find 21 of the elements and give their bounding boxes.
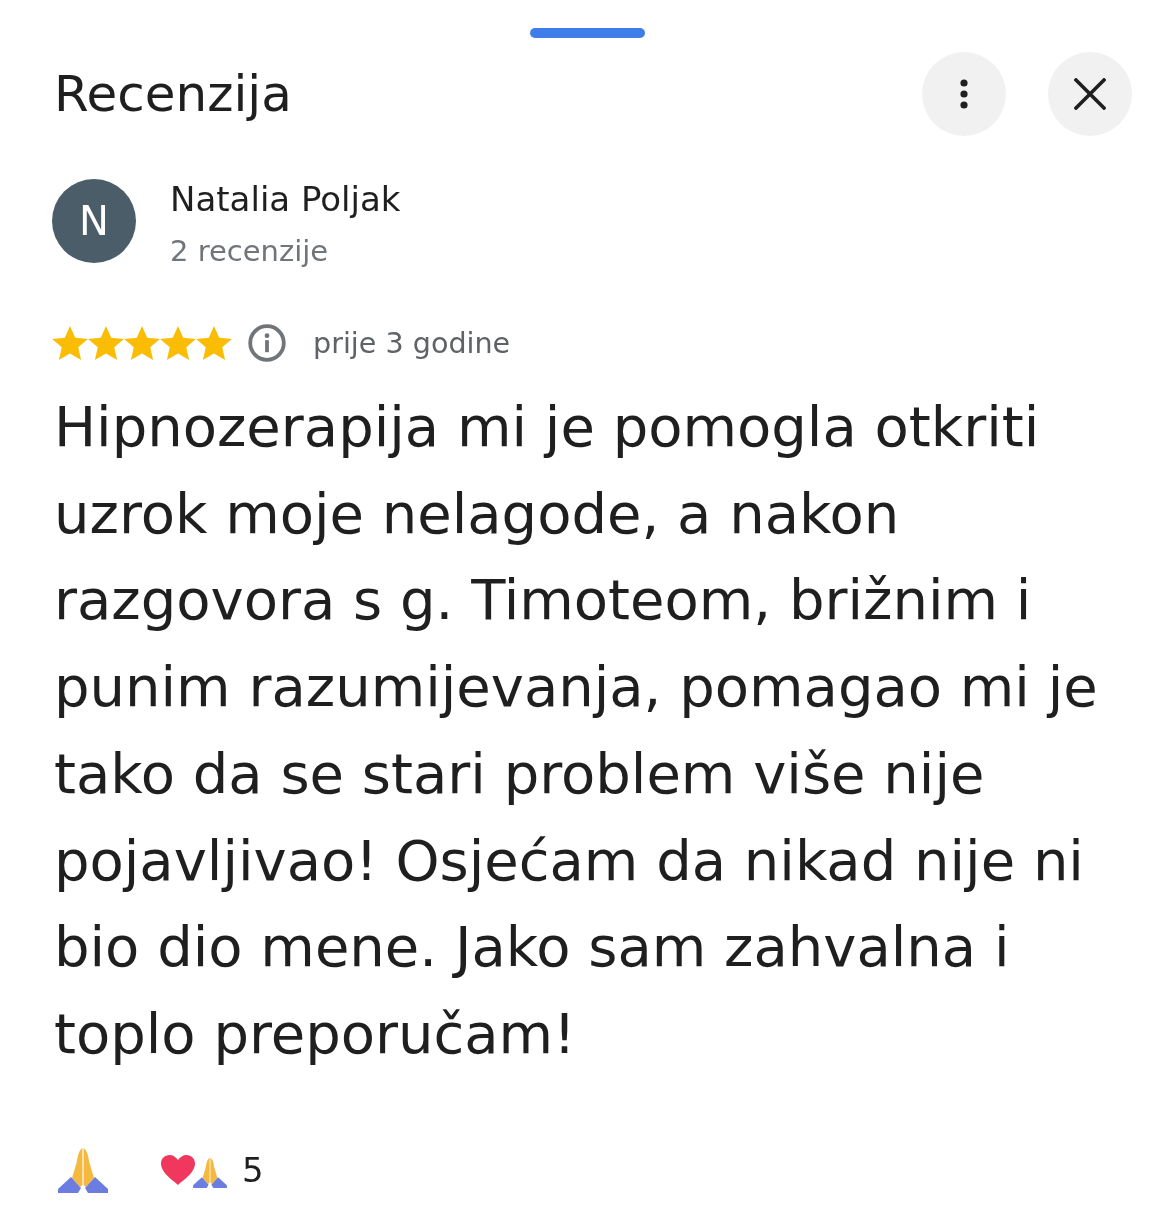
star-filled-icon — [160, 326, 196, 360]
author-name[interactable]: Natalia Poljak — [170, 179, 401, 219]
more-vertical-icon — [960, 79, 968, 109]
close-icon — [1074, 78, 1106, 110]
avatar[interactable]: N — [52, 179, 136, 263]
add-reaction-button[interactable] — [58, 1146, 108, 1193]
drag-handle[interactable] — [530, 28, 645, 38]
star-filled-icon — [124, 326, 160, 360]
review-count: 2 recenzije — [170, 233, 329, 269]
star-filled-icon — [88, 326, 124, 360]
review-time: prije 3 godine — [313, 326, 511, 360]
info-icon[interactable] — [248, 324, 286, 362]
star-filled-icon — [196, 326, 232, 360]
review-text: Hipnozerapija mi je pomogla otkriti uzrok moje nelagode, a nakon razgovora s g. Timoteom, brižnim i punim razumijevanja, pomagao mi je tako da se stari problem više nije pojavljivao! Osjećam da nikad nije ni bio dio mene. Jako sam zahvalna i toplo preporučam! — [54, 393, 1099, 1068]
reactions-summary-button[interactable]: 5 — [160, 1149, 264, 1190]
heart-icon — [160, 1153, 196, 1186]
sheet-title: Recenzija — [54, 64, 292, 124]
praying-hands-icon — [193, 1157, 227, 1189]
reaction-count: 5 — [242, 1149, 264, 1190]
praying-hands-icon — [58, 1146, 108, 1193]
star-filled-icon — [52, 326, 88, 360]
